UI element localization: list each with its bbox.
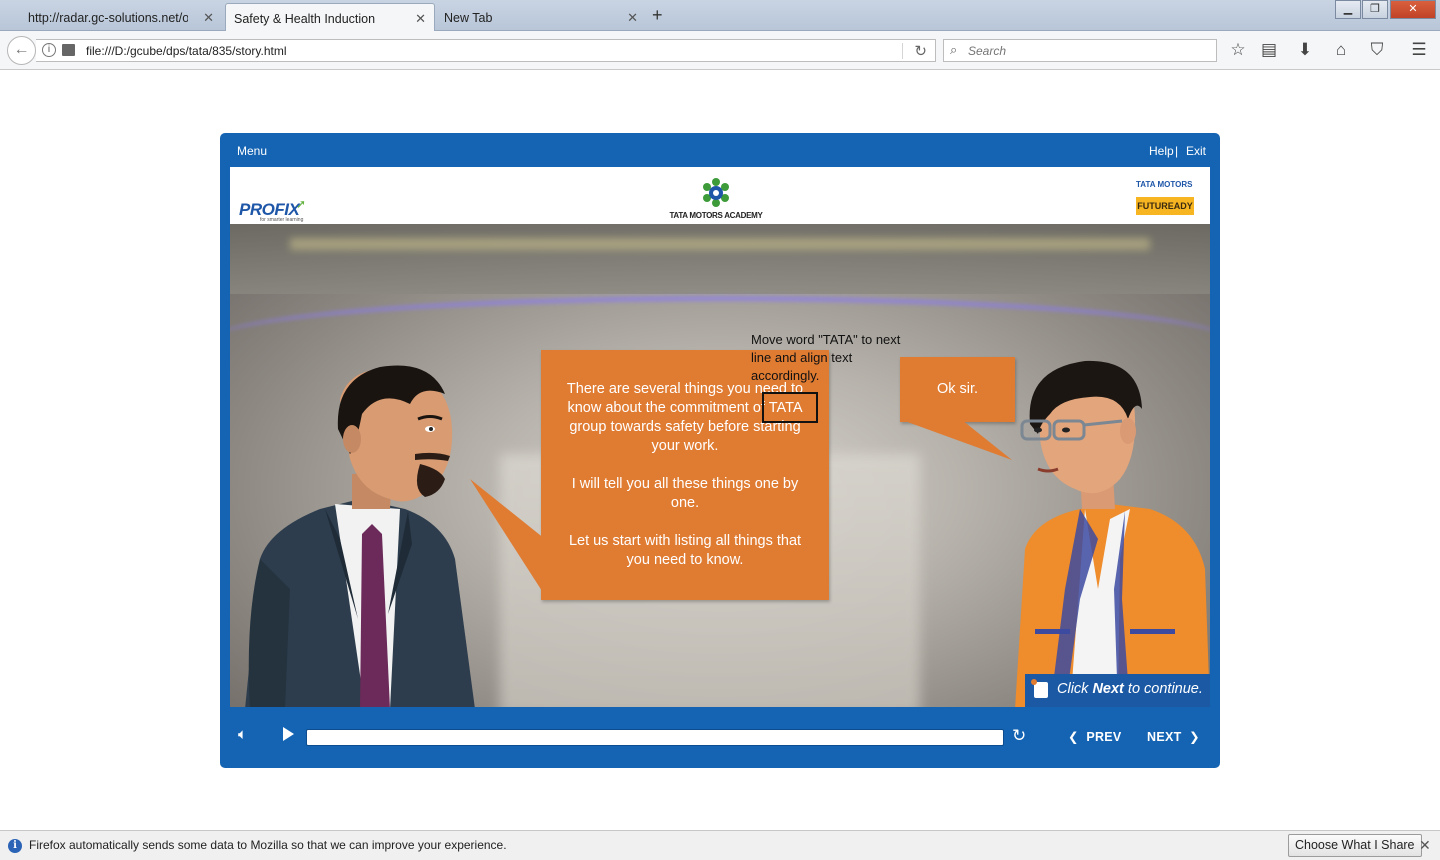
- tab-radar[interactable]: http://radar.gc-solutions.net/ope ✕: [4, 3, 222, 31]
- url-bar[interactable]: i file:///D:/gcube/dps/tata/835/story.ht…: [36, 39, 936, 62]
- download-icon[interactable]: ⬇: [1294, 40, 1316, 60]
- url-divider: [902, 43, 903, 59]
- url-text[interactable]: file:///D:/gcube/dps/tata/835/story.html: [86, 44, 287, 58]
- academy-emblem-icon: [703, 178, 729, 207]
- link-separator: |: [1175, 144, 1179, 158]
- background-light: [290, 238, 1150, 250]
- close-icon[interactable]: ✕: [1419, 837, 1431, 854]
- notification-text: Firefox automatically sends some data to…: [29, 838, 507, 852]
- close-icon[interactable]: ✕: [203, 10, 214, 26]
- info-icon[interactable]: i: [42, 43, 56, 57]
- hand-pointer-icon: [1031, 679, 1048, 698]
- academy-name: TATA MOTORS ACADEMY: [669, 211, 763, 220]
- help-link[interactable]: Help: [1149, 144, 1174, 158]
- bookmark-star-icon[interactable]: ☆: [1227, 40, 1249, 60]
- background-ceiling: [230, 224, 1210, 294]
- next-button[interactable]: NEXT ❯: [1147, 729, 1200, 744]
- tab-label: Safety & Health Induction: [234, 12, 376, 26]
- trainee-speech-bubble: Ok sir.: [900, 357, 1015, 422]
- search-icon: ⌕: [950, 42, 958, 57]
- speech-bubble-tail: [470, 479, 545, 591]
- trainee-speech-text: Ok sir.: [936, 381, 979, 397]
- course-header: PROFIX ➚ for smarter learning TATA MOTOR…: [230, 167, 1210, 224]
- new-tab-plus-icon[interactable]: +: [652, 5, 663, 26]
- futuready-logo: FUTUREADY: [1136, 197, 1194, 215]
- click-next-hint-text: Click Next to continue.: [1057, 681, 1203, 697]
- tab-strip: http://radar.gc-solutions.net/ope ✕ Safe…: [0, 0, 1440, 31]
- reload-icon[interactable]: ↻: [914, 42, 927, 60]
- home-icon[interactable]: ⌂: [1330, 40, 1352, 60]
- window-close-icon[interactable]: ✕: [1390, 0, 1436, 19]
- tab-new-tab[interactable]: New Tab ✕: [436, 3, 646, 31]
- next-label: NEXT: [1147, 730, 1182, 744]
- review-annotation: Move word "TATA" to next line and align …: [751, 332, 901, 383]
- scene-stage: There are several things you need to kno…: [230, 224, 1210, 707]
- manager-character: [245, 365, 475, 707]
- prev-label: PREV: [1086, 730, 1122, 744]
- tab-safety-induction[interactable]: Safety & Health Induction ✕: [225, 3, 435, 31]
- annotation-highlight-box: [762, 392, 818, 423]
- hamburger-menu-icon[interactable]: ☰: [1408, 40, 1430, 60]
- search-input[interactable]: [968, 43, 1208, 59]
- restore-icon[interactable]: ❐: [1362, 0, 1388, 19]
- prev-button[interactable]: ❮ PREV: [1068, 729, 1122, 744]
- play-icon[interactable]: [283, 727, 294, 741]
- trainee-character: [1015, 360, 1210, 707]
- click-next-hint: Click Next to continue.: [1025, 674, 1210, 707]
- info-icon: i: [8, 839, 22, 853]
- tata-motors-logo: TATA MOTORS: [1136, 180, 1193, 189]
- exit-link[interactable]: Exit: [1186, 144, 1206, 158]
- close-icon[interactable]: ✕: [627, 10, 638, 26]
- course-player: Menu Help | Exit PROFIX ➚ for smarter le…: [220, 133, 1220, 768]
- speech-bubble-tail: [902, 420, 1012, 460]
- navigation-toolbar: ← i file:///D:/gcube/dps/tata/835/story.…: [0, 31, 1440, 70]
- progress-bar[interactable]: [306, 729, 1004, 746]
- swoosh-icon: ➚: [296, 197, 307, 211]
- manager-speech-bubble: There are several things you need to kno…: [541, 350, 829, 600]
- tab-label: New Tab: [444, 11, 493, 25]
- telemetry-notification-bar: i Firefox automatically sends some data …: [0, 830, 1440, 860]
- tab-label: http://radar.gc-solutions.net/ope: [28, 11, 188, 25]
- chevron-right-icon: ❯: [1189, 730, 1200, 744]
- page-icon: [62, 44, 75, 56]
- volume-icon[interactable]: 🔈︎: [238, 726, 247, 743]
- back-icon[interactable]: ←: [7, 36, 36, 65]
- reading-list-icon[interactable]: ▤: [1258, 40, 1280, 60]
- choose-what-i-share-button[interactable]: Choose What I Share: [1288, 834, 1422, 857]
- close-icon[interactable]: ✕: [415, 11, 426, 27]
- profix-tagline: for smarter learning: [260, 217, 304, 223]
- playback-controls: 🔈︎ ↻ ❮ PREV NEXT ❯: [230, 717, 1210, 757]
- replay-icon[interactable]: ↻: [1012, 726, 1026, 746]
- minimize-icon[interactable]: ▁: [1335, 0, 1361, 19]
- menu-link[interactable]: Menu: [237, 144, 267, 158]
- pocket-icon[interactable]: ⛉: [1366, 40, 1388, 60]
- chevron-left-icon: ❮: [1068, 730, 1079, 744]
- search-bar[interactable]: ⌕: [943, 39, 1217, 62]
